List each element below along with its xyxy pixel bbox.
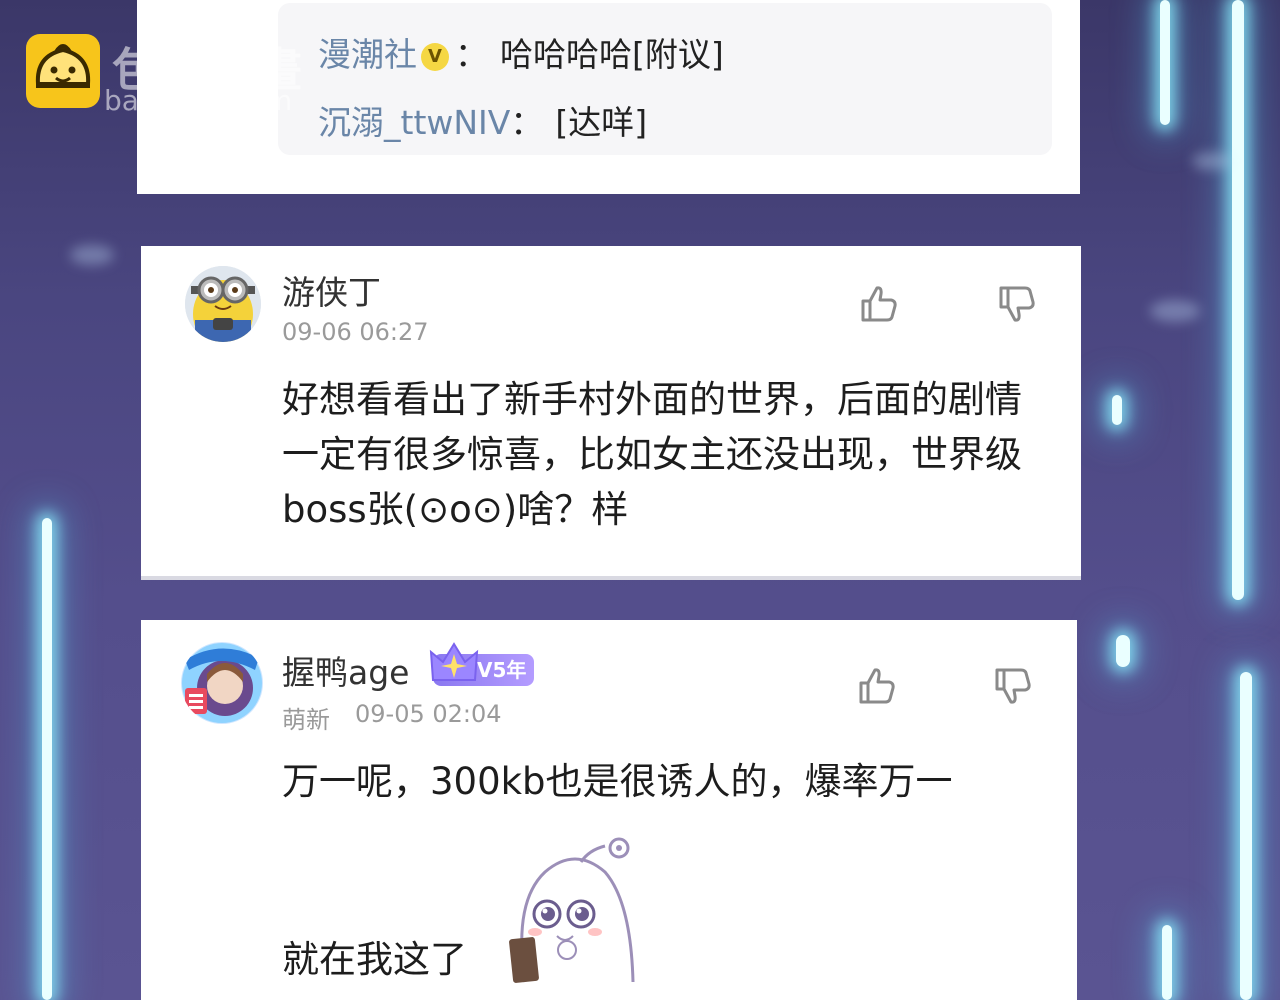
neon-bar xyxy=(1232,0,1244,600)
neon-bar xyxy=(1112,395,1122,425)
reply-separator: ： xyxy=(455,35,488,74)
comment-card: 游侠丁 09-06 06:27 好想看看出了新手村外面的世界，后面的剧情一定有很… xyxy=(141,246,1081,580)
neon-bar xyxy=(1162,925,1172,1000)
thumbs-up-icon[interactable] xyxy=(857,282,901,326)
reply-text: [达咩] xyxy=(555,103,648,142)
vip-badge: V5年 xyxy=(429,642,535,686)
reply-text: 哈哈哈哈[附议] xyxy=(500,35,724,74)
neon-bar xyxy=(1160,0,1170,125)
reply-list: 漫潮社 V：哈哈哈哈[附议] 沉溺_ttwNIV： [达咩] xyxy=(278,3,1052,155)
bg-light xyxy=(1150,300,1200,322)
badge-label: V5年 xyxy=(477,658,527,682)
avatar[interactable] xyxy=(181,642,263,724)
comment-text-line: 就在我这了 xyxy=(282,938,467,981)
comment-time: 09-05 02:04 xyxy=(355,700,502,728)
reply-item[interactable]: 漫潮社 V： 哈哈哈哈[附议] xyxy=(318,28,724,76)
comment-username[interactable]: 握鸭age xyxy=(282,646,409,694)
thumbs-down-icon[interactable] xyxy=(995,282,1039,326)
v-icon: V xyxy=(421,42,449,71)
reply-username[interactable]: 漫潮社 xyxy=(318,35,417,74)
avatar[interactable] xyxy=(185,266,261,342)
bg-light xyxy=(1192,152,1232,170)
ghost-sticker xyxy=(505,832,645,992)
comment-text: 好想看看出了新手村外面的世界，后面的剧情一定有很多惊喜，比如女主还没出现，世界级… xyxy=(282,378,1022,531)
watermark-url: baozimh.com xyxy=(104,84,293,117)
neon-bar xyxy=(1116,635,1130,667)
comment-text-line: 万一呢，300kb也是很诱人的，爆率万一 xyxy=(282,760,953,803)
thumbs-down-icon[interactable] xyxy=(991,664,1035,708)
bun-logo-icon xyxy=(26,34,100,108)
crown-icon xyxy=(429,642,479,681)
comment-card: 握鸭age V5年 萌新 09-05 02:04 万一呢，300kb也是很诱人的… xyxy=(141,620,1077,1000)
bg-light xyxy=(70,245,114,265)
neon-bar xyxy=(42,518,52,1000)
reply-separator: ： xyxy=(510,103,544,142)
comment-username[interactable]: 游侠丁 xyxy=(282,266,381,314)
reply-username[interactable]: 沉溺_ttwNIV xyxy=(318,103,510,142)
thumbs-up-icon[interactable] xyxy=(855,664,899,708)
comment-time: 09-06 06:27 xyxy=(282,318,429,346)
neon-bar xyxy=(1240,672,1252,1000)
reply-item[interactable]: 沉溺_ttwNIV： [达咩] xyxy=(318,96,647,144)
user-level: 萌新 xyxy=(282,706,330,734)
